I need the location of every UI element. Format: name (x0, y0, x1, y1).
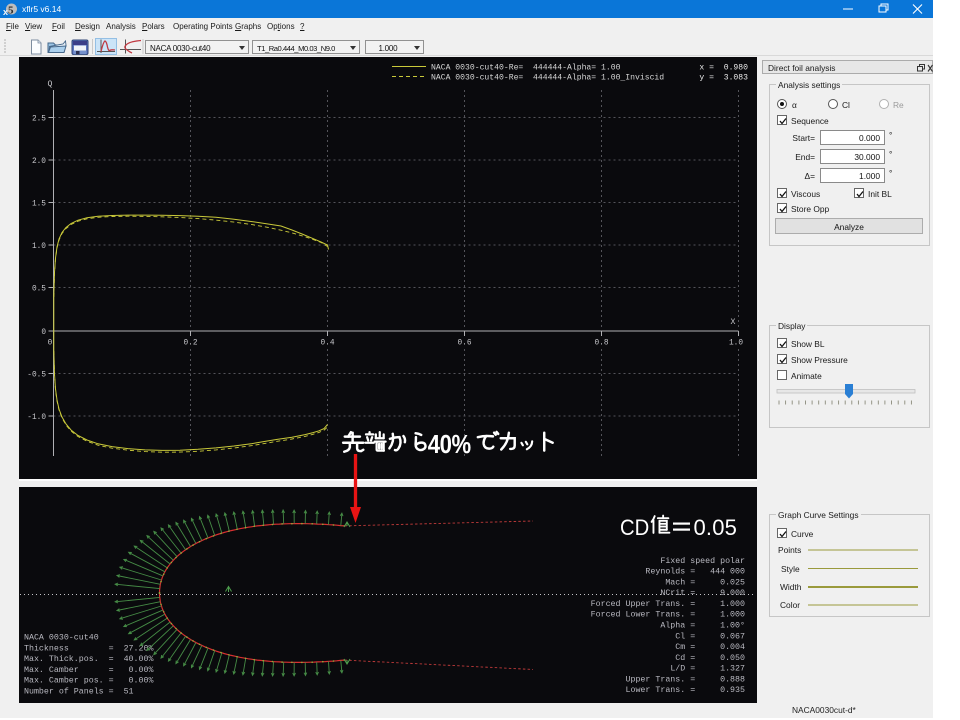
svg-text:1.0: 1.0 (729, 340, 743, 348)
svg-text:-1.0: -1.0 (27, 414, 46, 422)
svg-text:Reynolds = 444 000: Reynolds = 444 000 (645, 567, 745, 577)
svg-text:0.6: 0.6 (457, 340, 471, 348)
svg-text:Alpha = 1.00°: Alpha = 1.00° (660, 620, 745, 630)
svg-text:NACA 0030-cut40: NACA 0030-cut40 (24, 634, 99, 643)
svg-text:Fixed speed polar: Fixed speed polar (660, 556, 745, 566)
svg-text:x = 0.980: x = 0.980 (699, 64, 748, 73)
svg-text:40%: 40% (428, 430, 471, 459)
svg-text:0.2: 0.2 (183, 340, 197, 348)
svg-text:L/D = 1.327: L/D = 1.327 (670, 664, 745, 674)
svg-text:X: X (731, 318, 736, 327)
svg-text:Max. Thick.pos. = 40.00%: Max. Thick.pos. = 40.00% (24, 654, 153, 664)
svg-text:Max. Camber pos. = 0.00%: Max. Camber pos. = 0.00% (24, 676, 153, 686)
svg-text:0: 0 (41, 329, 46, 337)
svg-text:0.05: 0.05 (694, 515, 738, 540)
svg-text:Cl = 0.067: Cl = 0.067 (675, 631, 745, 641)
svg-text:Upper Trans. = 0.888: Upper Trans. = 0.888 (626, 675, 746, 684)
svg-text:Forced Lower Trans. = 1.00: Forced Lower Trans. = 1.000 (591, 610, 745, 620)
svg-text:5: 5 (8, 5, 14, 17)
svg-text:x: x (3, 7, 8, 17)
svg-text:NCrit = 9.000: NCrit = 9.000 (660, 588, 745, 598)
svg-text:Cm = 0.004: Cm = 0.004 (675, 643, 745, 652)
svg-text:Forced Upper Trans. = 1.00: Forced Upper Trans. = 1.000 (591, 599, 745, 609)
svg-text:Lower Trans. = 0.935: Lower Trans. = 0.935 (626, 686, 746, 695)
svg-text:Mach = 0.025: Mach = 0.025 (665, 577, 745, 587)
svg-text:0.4: 0.4 (320, 340, 334, 348)
svg-text:1.5: 1.5 (32, 200, 46, 208)
svg-text:Number of Panels = 51: Number of Panels = 51 (24, 687, 134, 697)
svg-text:-0.5: -0.5 (27, 371, 46, 379)
svg-text:0.5: 0.5 (32, 285, 46, 293)
svg-text:Max. Camber = 0.00%: Max. Camber = 0.00% (24, 665, 153, 675)
svg-text:1.0: 1.0 (32, 243, 46, 251)
svg-text:2.0: 2.0 (32, 158, 46, 166)
svg-text:0.8: 0.8 (594, 340, 608, 348)
svg-text:y = 3.083: y = 3.083 (699, 74, 748, 83)
svg-text:Thickness = 27.20%: Thickness = 27.20% (24, 643, 153, 653)
svg-text:0: 0 (48, 340, 53, 348)
svg-text:NACA 0030-cut40-Re= 444444-Al: NACA 0030-cut40-Re= 444444-Alpha= 1.00_I… (431, 74, 664, 83)
svg-text:CD: CD (620, 516, 649, 540)
svg-text:NACA 0030-cut40-Re= 444444-Al: NACA 0030-cut40-Re= 444444-Alpha= 1.00 (431, 64, 621, 73)
svg-text:2.5: 2.5 (32, 115, 46, 123)
svg-text:Cd = 0.050: Cd = 0.050 (675, 653, 745, 663)
svg-text:Q: Q (48, 80, 53, 89)
